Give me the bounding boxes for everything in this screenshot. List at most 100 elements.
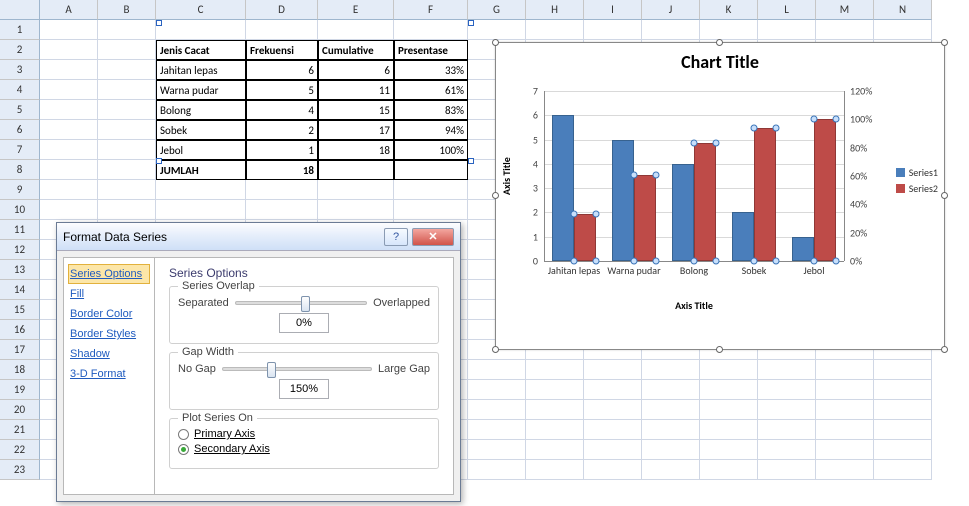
legend[interactable]: Series1 Series2 [896,163,938,198]
cell-M23[interactable] [816,460,874,480]
cell-K18[interactable] [700,360,758,380]
cell-E10[interactable] [318,200,394,220]
series-selection-handle[interactable] [713,140,720,147]
cell-B7[interactable] [98,140,156,160]
cell-F3[interactable]: 33% [394,60,468,80]
cell-B3[interactable] [98,60,156,80]
cell-A1[interactable] [40,20,98,40]
cell-M1[interactable] [816,20,874,40]
cell-B2[interactable] [98,40,156,60]
cell-H19[interactable] [526,380,584,400]
cell-J20[interactable] [642,400,700,420]
series-selection-handle[interactable] [833,258,840,265]
cell-B5[interactable] [98,100,156,120]
gap-slider[interactable] [222,367,372,371]
x-category-label[interactable]: Bolong [664,265,724,277]
cell-F5[interactable]: 83% [394,100,468,120]
col-header-B[interactable]: B [98,0,156,20]
cell-C7[interactable]: Jebol [156,140,246,160]
series-selection-handle[interactable] [593,258,600,265]
cell-D4[interactable]: 5 [246,80,318,100]
cell-B8[interactable] [98,160,156,180]
selection-handle[interactable] [468,158,474,164]
cell-A7[interactable] [40,140,98,160]
col-header-L[interactable]: L [758,0,816,20]
cell-L23[interactable] [758,460,816,480]
bar-series1[interactable] [672,164,694,261]
gap-thumb[interactable] [267,362,276,378]
cell-D6[interactable]: 2 [246,120,318,140]
cell-D3[interactable]: 6 [246,60,318,80]
row-header-21[interactable]: 21 [0,420,40,440]
cell-E5[interactable]: 15 [318,100,394,120]
row-header-3[interactable]: 3 [0,60,40,80]
row-header-6[interactable]: 6 [0,120,40,140]
row-header-4[interactable]: 4 [0,80,40,100]
bar-series1[interactable] [612,140,634,261]
bar-series1[interactable] [732,212,754,261]
cell-E8[interactable] [318,160,394,180]
cell-D1[interactable] [246,20,318,40]
x-category-label[interactable]: Jebol [784,265,844,277]
dialog-titlebar[interactable]: Format Data Series ? ✕ [57,223,460,251]
cell-B9[interactable] [98,180,156,200]
cell-E7[interactable]: 18 [318,140,394,160]
cell-E9[interactable] [318,180,394,200]
series-selection-handle[interactable] [811,258,818,265]
cell-H18[interactable] [526,360,584,380]
bar-series2[interactable] [814,119,836,261]
row-header-20[interactable]: 20 [0,400,40,420]
cell-A2[interactable] [40,40,98,60]
gap-value[interactable]: 150% [279,379,329,399]
series-selection-handle[interactable] [593,211,600,218]
series-selection-handle[interactable] [691,140,698,147]
row-header-9[interactable]: 9 [0,180,40,200]
cell-I1[interactable] [584,20,642,40]
cell-B4[interactable] [98,80,156,100]
cell-M19[interactable] [816,380,874,400]
cell-A5[interactable] [40,100,98,120]
cell-J21[interactable] [642,420,700,440]
col-header-I[interactable]: I [584,0,642,20]
cell-N19[interactable] [874,380,932,400]
cell-C6[interactable]: Sobek [156,120,246,140]
cell-J1[interactable] [642,20,700,40]
cell-G19[interactable] [468,380,526,400]
nav-item-series-options[interactable]: Series Options [68,264,150,284]
cell-L22[interactable] [758,440,816,460]
cell-J23[interactable] [642,460,700,480]
row-header-17[interactable]: 17 [0,340,40,360]
row-header-13[interactable]: 13 [0,260,40,280]
cell-F2[interactable]: Presentase [394,40,468,60]
bar-series2[interactable] [574,214,596,261]
cell-D2[interactable]: Frekuensi [246,40,318,60]
cell-F6[interactable]: 94% [394,120,468,140]
cell-C5[interactable]: Bolong [156,100,246,120]
row-header-10[interactable]: 10 [0,200,40,220]
nav-item-shadow[interactable]: Shadow [68,344,150,364]
col-header-F[interactable]: F [394,0,468,20]
cell-I20[interactable] [584,400,642,420]
cell-B10[interactable] [98,200,156,220]
x-category-label[interactable]: Jahitan lepas [544,265,604,277]
row-header-11[interactable]: 11 [0,220,40,240]
help-button[interactable]: ? [384,228,408,246]
row-header-5[interactable]: 5 [0,100,40,120]
cell-I19[interactable] [584,380,642,400]
legend-item[interactable]: Series1 [896,166,938,179]
plot-area[interactable] [544,91,844,261]
series-selection-handle[interactable] [751,258,758,265]
col-header-M[interactable]: M [816,0,874,20]
cell-G18[interactable] [468,360,526,380]
cell-L19[interactable] [758,380,816,400]
cell-L21[interactable] [758,420,816,440]
legend-item[interactable]: Series2 [896,182,938,195]
row-header-1[interactable]: 1 [0,20,40,40]
cell-I21[interactable] [584,420,642,440]
cell-L18[interactable] [758,360,816,380]
col-header-J[interactable]: J [642,0,700,20]
series-selection-handle[interactable] [653,171,660,178]
col-header-N[interactable]: N [874,0,932,20]
cell-E3[interactable]: 6 [318,60,394,80]
series-selection-handle[interactable] [773,258,780,265]
